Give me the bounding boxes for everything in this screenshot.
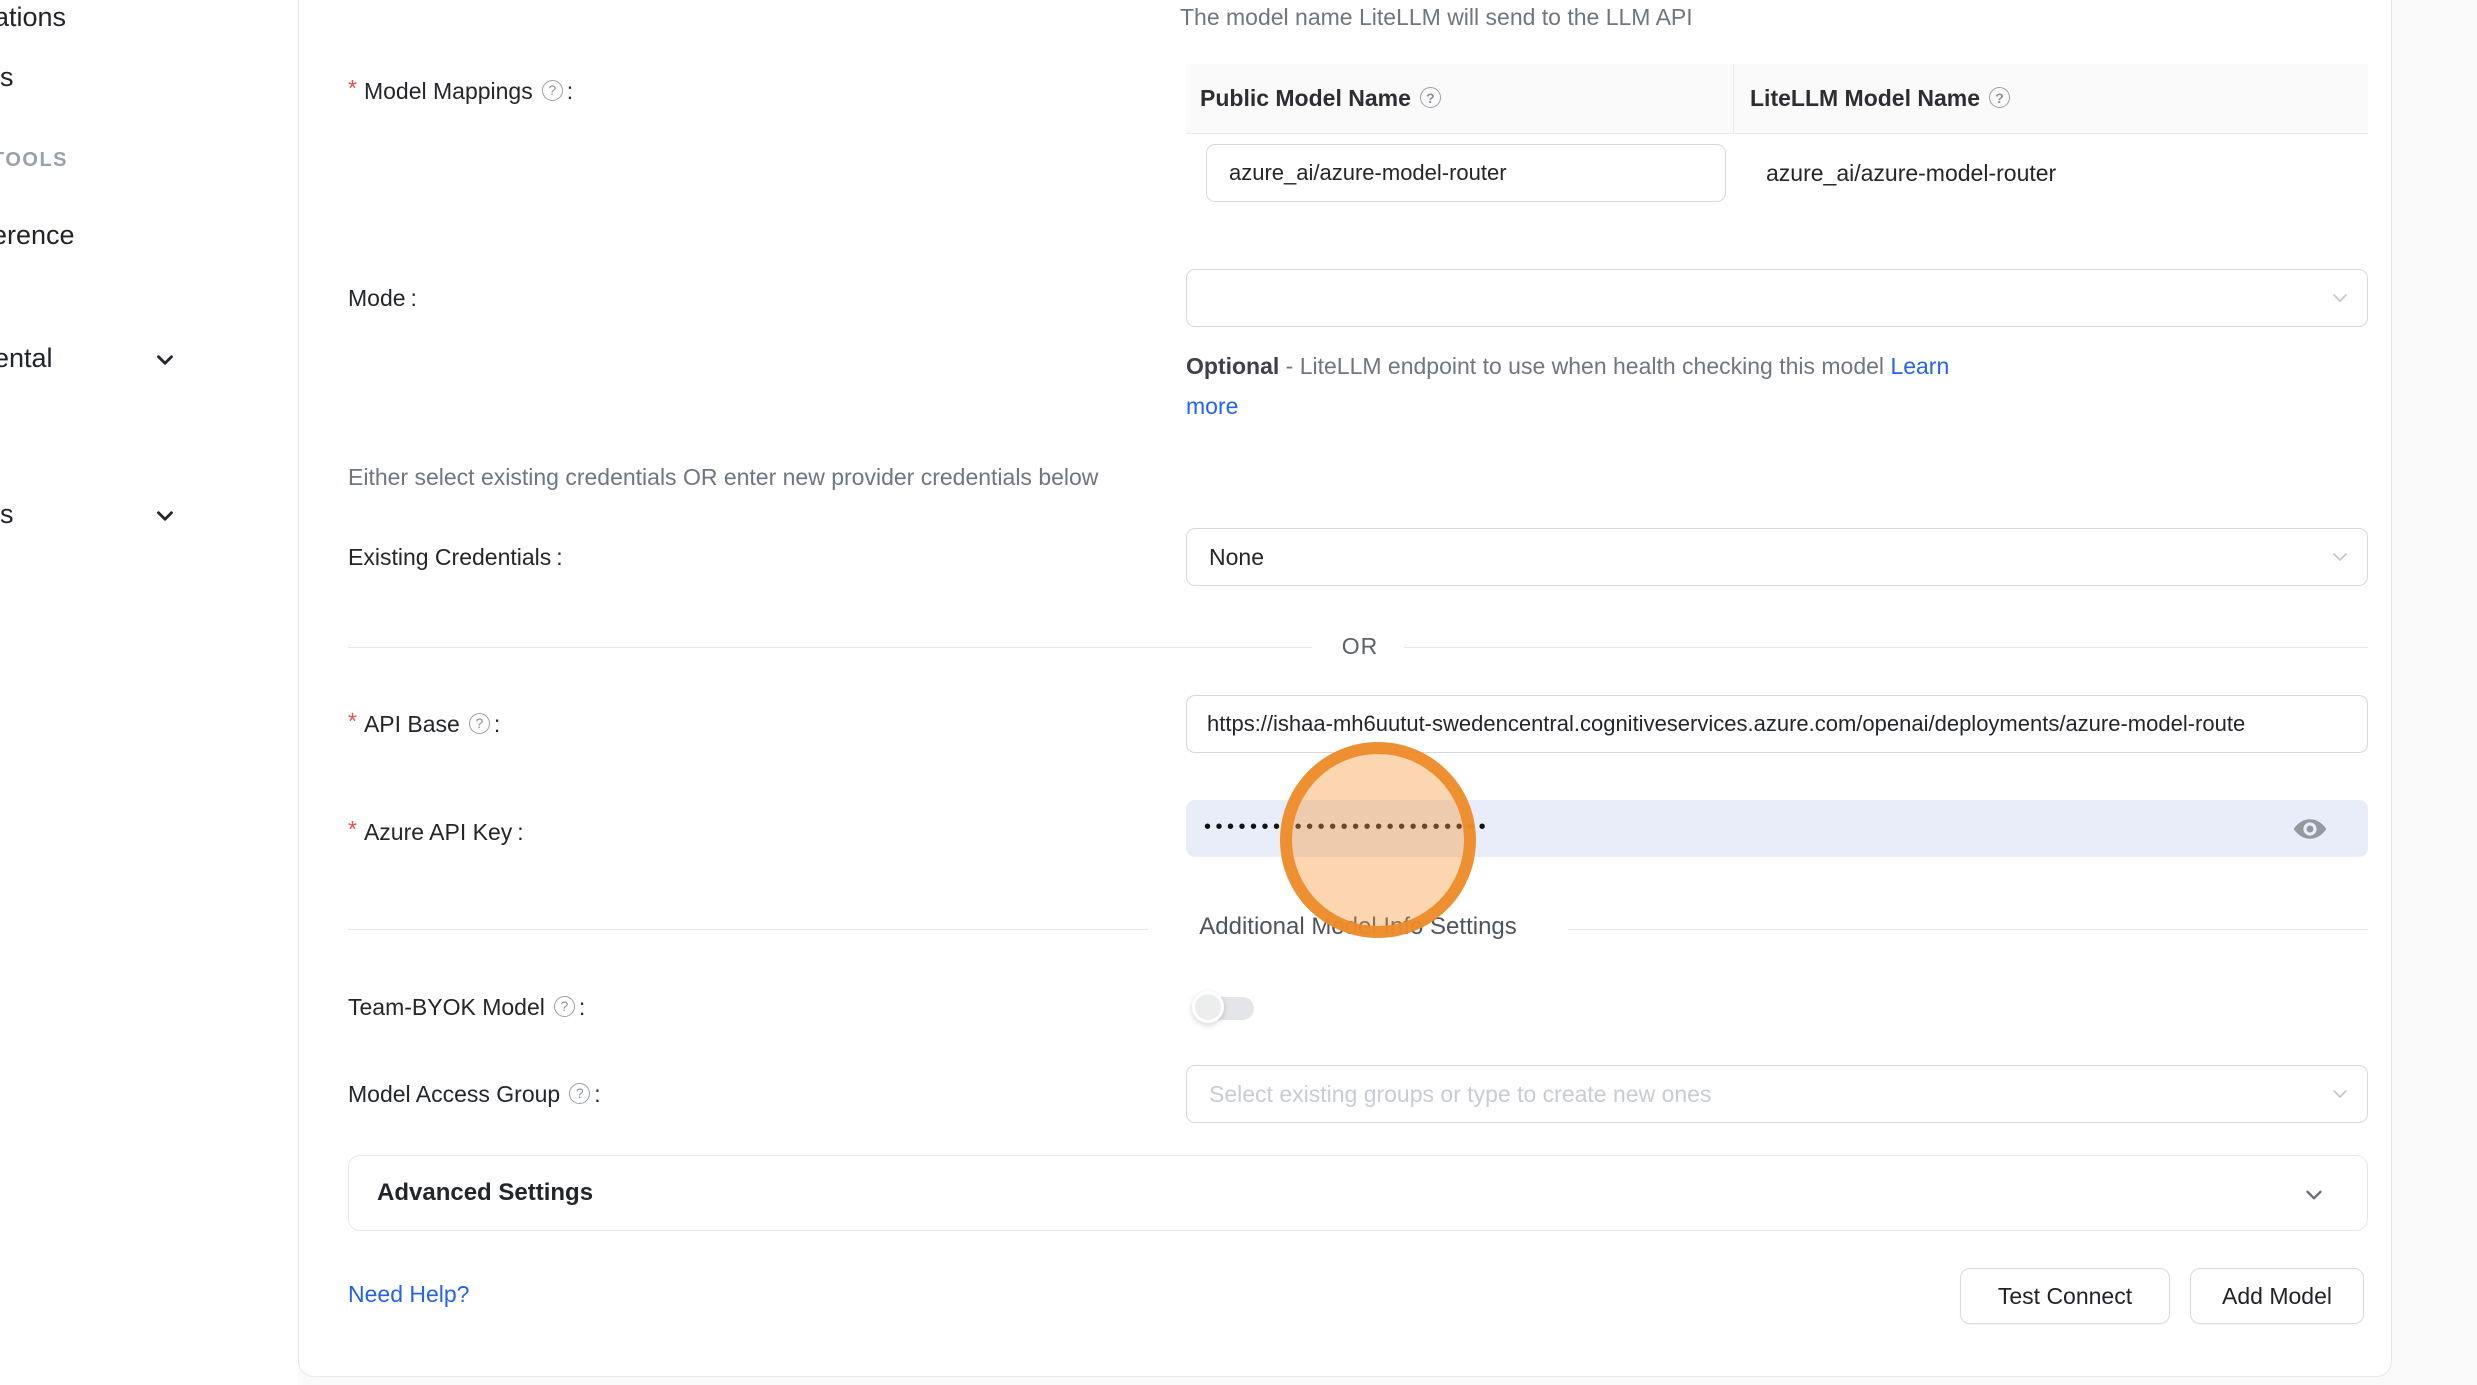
section-divider-line-right (1568, 929, 2368, 930)
label-colon: : (594, 1081, 600, 1108)
mode-label: Mode (348, 285, 406, 312)
chevron-down-icon (152, 503, 178, 529)
optional-label: Optional (1186, 353, 1279, 379)
model-name-hint: The model name LiteLLM will send to the … (1180, 4, 1693, 31)
eye-icon[interactable] (2292, 811, 2328, 847)
or-divider-text: OR (1322, 633, 1398, 660)
sidebar-item-s1[interactable]: s (0, 62, 14, 93)
chevron-down-icon (152, 347, 178, 373)
sidebar-item-ental[interactable]: ental (0, 343, 53, 374)
help-icon[interactable]: ? (554, 996, 575, 1017)
test-connect-button[interactable]: Test Connect (1960, 1268, 2170, 1324)
label-colon: : (517, 819, 523, 846)
mode-label-row: Mode : (348, 282, 417, 314)
help-icon[interactable]: ? (1420, 87, 1441, 108)
api-base-value: https://ishaa-mh6uutut-swedencentral.cog… (1187, 696, 2367, 752)
chevron-down-icon (2329, 1083, 2351, 1105)
model-mappings-label: Model Mappings (364, 78, 533, 105)
label-colon: : (556, 544, 562, 571)
sidebar-section-tools: TOOLS (0, 149, 68, 172)
team-byok-toggle[interactable] (1196, 997, 1254, 1020)
help-icon[interactable]: ? (569, 1083, 590, 1104)
existing-credentials-value: None (1187, 529, 2367, 585)
litellm-model-name-value: azure_ai/azure-model-router (1766, 144, 2056, 202)
advanced-settings-label: Advanced Settings (377, 1179, 593, 1207)
sidebar-item-ations[interactable]: ations (0, 2, 66, 33)
label-colon: : (579, 994, 585, 1021)
team-byok-label-row: Team-BYOK Model ? : (348, 991, 585, 1023)
help-icon[interactable]: ? (542, 80, 563, 101)
azure-api-key-masked-value: ••••••• ••••••••••••••••• (1186, 800, 2368, 855)
public-model-name-input[interactable]: azure_ai/azure-model-router (1206, 144, 1726, 202)
team-byok-label: Team-BYOK Model (348, 994, 545, 1021)
required-asterisk: * (348, 708, 357, 735)
model-mappings-table-header: Public Model Name ? LiteLLM Model Name ? (1186, 64, 2368, 134)
help-icon[interactable]: ? (1989, 87, 2010, 108)
required-asterisk: * (348, 75, 357, 102)
chevron-down-icon (2329, 546, 2351, 568)
toggle-knob (1192, 991, 1224, 1023)
chevron-down-icon (2301, 1182, 2327, 1208)
litellm-model-name-header: LiteLLM Model Name ? (1734, 64, 2368, 133)
section-divider-text: Additional Model Info Settings (1158, 913, 1558, 941)
azure-api-key-input[interactable]: ••••••• ••••••••••••••••• (1186, 800, 2368, 857)
chevron-down-icon (2329, 287, 2351, 309)
model-access-group-label: Model Access Group (348, 1081, 560, 1108)
azure-api-key-label: Azure API Key (364, 819, 512, 846)
mode-helper-text: Optional - LiteLLM endpoint to use when … (1186, 346, 2006, 426)
add-model-button[interactable]: Add Model (2190, 1268, 2364, 1324)
label-colon: : (567, 78, 573, 105)
model-access-group-placeholder: Select existing groups or type to create… (1187, 1066, 2367, 1122)
required-asterisk: * (348, 816, 357, 843)
public-model-name-header: Public Model Name ? (1186, 64, 1734, 133)
advanced-settings-panel[interactable]: Advanced Settings (348, 1155, 2368, 1231)
api-base-label: API Base (364, 711, 460, 738)
section-divider-line-left (348, 929, 1148, 930)
model-access-group-label-row: Model Access Group ? : (348, 1078, 601, 1110)
credentials-hint: Either select existing credentials OR en… (348, 464, 1098, 491)
or-divider-line-right (1404, 647, 2368, 648)
need-help-link[interactable]: Need Help? (348, 1281, 469, 1308)
azure-api-key-label-row: * Azure API Key : (348, 816, 524, 848)
sidebar-item-s2[interactable]: s (0, 499, 14, 530)
model-mappings-table: Public Model Name ? LiteLLM Model Name ? (1186, 64, 2368, 134)
model-access-group-select[interactable]: Select existing groups or type to create… (1186, 1065, 2368, 1123)
or-divider-line-left (348, 647, 1312, 648)
sidebar-item-erence[interactable]: erence (0, 220, 75, 251)
help-icon[interactable]: ? (469, 713, 490, 734)
existing-credentials-select[interactable]: None (1186, 528, 2368, 586)
public-model-name-value: azure_ai/azure-model-router (1207, 145, 1725, 201)
existing-credentials-label: Existing Credentials (348, 544, 551, 571)
sidebar: ations s TOOLS erence ental s (0, 0, 298, 1385)
api-base-label-row: * API Base ? : (348, 708, 500, 740)
public-model-name-header-label: Public Model Name (1200, 85, 1411, 112)
label-colon: : (494, 711, 500, 738)
mode-helper-body: - LiteLLM endpoint to use when health ch… (1279, 353, 1890, 379)
label-colon: : (411, 285, 417, 312)
litellm-model-name-header-label: LiteLLM Model Name (1750, 85, 1980, 112)
add-model-page: ations s TOOLS erence ental s The model … (0, 0, 2477, 1385)
api-base-input[interactable]: https://ishaa-mh6uutut-swedencentral.cog… (1186, 695, 2368, 753)
model-mappings-label-row: * Model Mappings ? : (348, 75, 573, 107)
existing-credentials-label-row: Existing Credentials : (348, 541, 563, 573)
mode-select[interactable] (1186, 269, 2368, 327)
